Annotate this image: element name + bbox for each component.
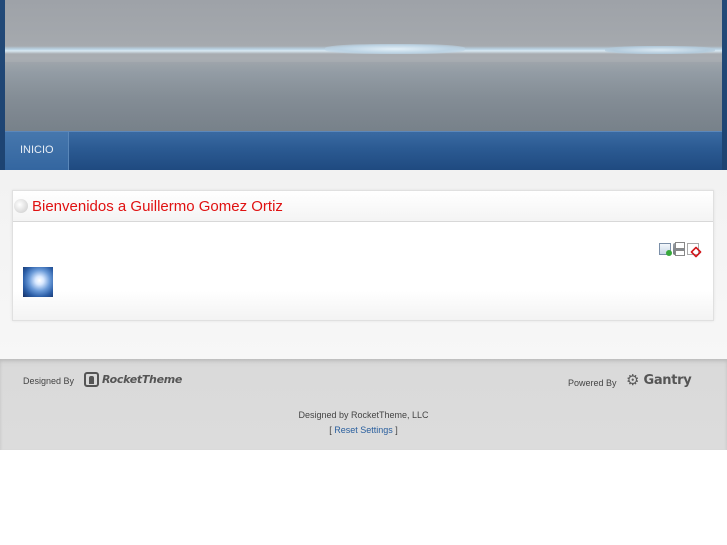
article-body bbox=[13, 223, 713, 320]
main-nav: INICIO bbox=[5, 131, 722, 170]
bullet-icon bbox=[14, 199, 28, 213]
reset-settings-link[interactable]: Reset Settings bbox=[334, 425, 393, 435]
gantry-logo[interactable]: ⚙ Gantry bbox=[626, 372, 692, 389]
rockettheme-logo[interactable]: RocketTheme bbox=[84, 372, 182, 387]
article-tools bbox=[659, 242, 699, 257]
article-thumbnail-image[interactable] bbox=[23, 267, 53, 297]
site-footer: Designed By RocketTheme Powered By ⚙ Gan… bbox=[0, 359, 727, 450]
powered-by-label: Powered By bbox=[568, 378, 617, 388]
header-banner-image bbox=[5, 0, 722, 131]
rockettheme-mark-icon bbox=[84, 372, 99, 387]
article: Bienvenidos a Guillermo Gomez Ortiz bbox=[12, 190, 714, 321]
email-icon[interactable] bbox=[659, 243, 672, 256]
gantry-logo-text: Gantry bbox=[643, 373, 692, 388]
pdf-icon[interactable] bbox=[687, 243, 699, 255]
reset-settings-line: [ Reset Settings ] bbox=[329, 425, 398, 435]
copyright-text: Designed by RocketTheme, LLC bbox=[298, 410, 429, 420]
nav-item-inicio[interactable]: INICIO bbox=[5, 132, 69, 170]
article-title: Bienvenidos a Guillermo Gomez Ortiz bbox=[32, 198, 283, 215]
article-title-bar: Bienvenidos a Guillermo Gomez Ortiz bbox=[13, 191, 713, 222]
gear-icon: ⚙ bbox=[626, 372, 640, 389]
print-icon[interactable] bbox=[673, 242, 685, 256]
designed-by-label: Designed By bbox=[23, 376, 75, 386]
rockettheme-logo-text: RocketTheme bbox=[102, 373, 183, 386]
site-header: INICIO bbox=[0, 0, 727, 170]
